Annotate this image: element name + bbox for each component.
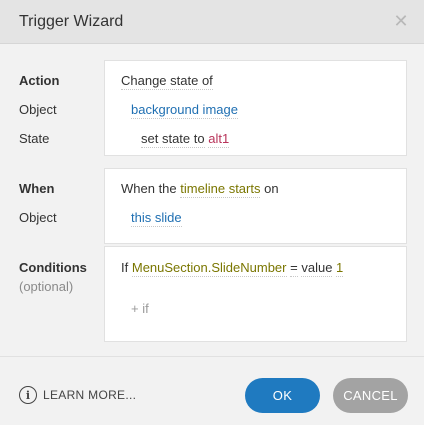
ok-button[interactable]: OK [245,378,320,413]
operator-dropdown[interactable]: = [290,260,298,277]
add-if-link[interactable]: + if [131,301,149,316]
conditions-section: Conditions (optional) If MenuSection.Sli… [0,246,424,342]
object-label: Object [19,102,57,117]
when-card: When the timeline starts on this slide [104,168,407,244]
when-suffix: on [264,181,279,196]
learn-more-link[interactable]: i LEARN MORE... [19,385,136,405]
when-line: When the timeline starts on [121,181,279,198]
object-line: background image [131,102,238,119]
when-section: When Object When the timeline starts on … [0,168,424,244]
action-section: Action Object State Change state of back… [0,60,424,156]
dialog-body: Action Object State Change state of back… [0,44,424,356]
conditions-label: Conditions [19,260,87,275]
close-icon[interactable]: ✕ [390,10,412,32]
state-dropdown[interactable]: alt1 [208,131,230,148]
learn-more-label: LEARN MORE... [43,388,137,402]
dialog-title: Trigger Wizard [19,13,124,30]
condition-line[interactable]: If MenuSection.SlideNumber = value 1 [121,260,344,277]
action-label: Action [19,73,60,88]
conditions-card: If MenuSection.SlideNumber = value 1 + i… [104,246,407,342]
event-dropdown[interactable]: timeline starts [180,181,261,198]
when-object-label: Object [19,210,57,225]
object-dropdown[interactable]: background image [131,102,238,119]
when-object-dropdown[interactable]: this slide [131,210,182,227]
when-object-line: this slide [131,210,182,227]
variable-dropdown[interactable]: MenuSection.SlideNumber [131,260,287,277]
if-word: If [121,260,129,275]
info-icon: i [19,386,37,404]
state-prefix: set state to [141,131,205,148]
state-line: set state to alt1 [141,131,230,148]
dialog-footer: i LEARN MORE... OK CANCEL [0,356,424,425]
optional-label: (optional) [19,279,74,294]
state-label: State [19,131,50,146]
action-line: Change state of [121,73,213,90]
when-prefix: When the [121,181,177,196]
title-bar: Trigger Wizard ✕ [0,0,424,44]
when-label: When [19,181,55,196]
action-dropdown[interactable]: Change state of [121,73,213,90]
action-card: Change state of background image set sta… [104,60,407,156]
value-input[interactable]: 1 [336,260,344,277]
value-type-dropdown[interactable]: value [301,260,333,277]
cancel-button[interactable]: CANCEL [333,378,408,413]
